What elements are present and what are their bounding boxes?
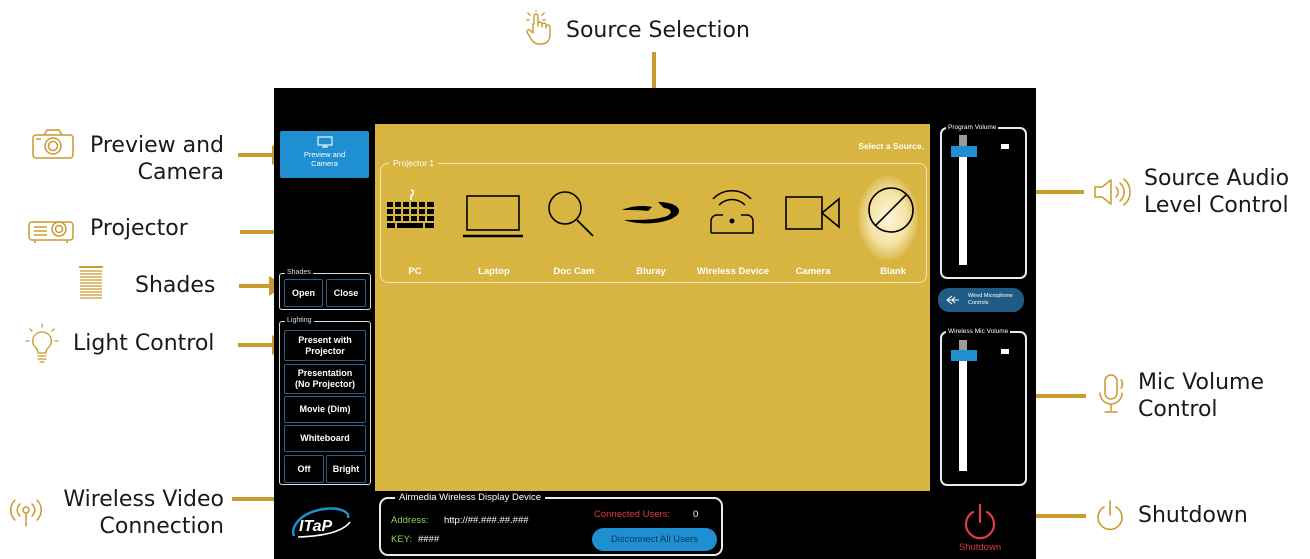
blank-icon[interactable] (866, 185, 916, 235)
shades-title: Shades (285, 268, 313, 278)
program-volume-thumb[interactable] (951, 146, 977, 157)
wireless-mic-volume-title: Wireless Mic Volume (946, 327, 1011, 336)
lighting-whiteboard-button[interactable]: Whiteboard (284, 425, 366, 452)
callout-wireless-video-line2: Connection (99, 514, 224, 539)
airmedia-address-label: Address: (391, 515, 429, 526)
itap-logo-text: ITaP (299, 518, 333, 535)
source-label-pc: PC (408, 266, 422, 277)
lightbulb-icon (25, 323, 59, 363)
callout-mic-volume-line1: Mic Volume (1138, 370, 1265, 395)
shades-open-button[interactable]: Open (284, 279, 323, 307)
callout-source-audio: Source Audio Level Control (1144, 165, 1289, 219)
preview-camera-line1: Preview and (303, 150, 346, 159)
source-label-blank: Blank (880, 266, 906, 277)
lighting-movie-button[interactable]: Movie (Dim) (284, 396, 366, 423)
program-volume-title: Program Volume (946, 123, 999, 132)
lighting-presentation-line2: (No Projector) (294, 379, 355, 389)
connected-users-label: Connected Users: (594, 509, 671, 520)
wireless-mic-volume-thumb[interactable] (951, 350, 977, 361)
preview-camera-line2: Camera (311, 159, 338, 168)
callout-preview-camera: Preview and Camera (60, 132, 224, 186)
callout-projector: Projector (90, 216, 188, 241)
wireless-broadcast-icon (10, 499, 42, 527)
lighting-title: Lighting (285, 316, 314, 326)
keyboard-icon[interactable] (385, 188, 437, 232)
power-icon (1097, 500, 1123, 531)
callout-source-selection: Source Selection (566, 18, 750, 43)
callout-shutdown: Shutdown (1138, 503, 1248, 528)
wired-mic-line2: Controls (968, 300, 989, 306)
wired-mic-line1: Wired Microphone (968, 293, 1013, 299)
select-source-prompt: Select a Source. (858, 141, 924, 151)
speaker-icon (1094, 178, 1131, 206)
callout-source-audio-line2: Level Control (1144, 193, 1289, 218)
lighting-presentation-line1: Presentation (297, 368, 353, 378)
lighting-bright-button[interactable]: Bright (326, 455, 366, 483)
projector-group-title: Projector 1 (389, 157, 439, 169)
callout-mic-volume: Mic Volume Control (1138, 369, 1264, 423)
wireless-mic-volume-track[interactable] (959, 354, 967, 471)
lighting-presentation-button[interactable]: Presentation (No Projector) (284, 364, 366, 394)
airmedia-key-label: KEY: (391, 534, 413, 545)
blinds-icon (79, 266, 103, 299)
magnifier-icon[interactable] (545, 188, 597, 240)
callout-wireless-video-line1: Wireless Video (63, 487, 224, 512)
projector-icon (28, 221, 74, 243)
wired-mic-controls-button[interactable]: Wired Microphone Controls (938, 288, 1024, 312)
lighting-present-line1: Present with (298, 334, 352, 345)
wireless-mic-volume-indicator (1001, 349, 1009, 354)
callout-source-audio-line1: Source Audio (1144, 166, 1290, 191)
shades-close-button[interactable]: Close (326, 279, 366, 307)
callout-preview-camera-line2: Camera (137, 160, 224, 185)
callout-shades: Shades (135, 273, 216, 298)
bluray-icon[interactable] (620, 198, 682, 228)
back-arrow-icon (946, 295, 959, 305)
source-label-laptop: Laptop (478, 266, 510, 277)
lighting-present-projector-button[interactable]: Present with Projector (284, 330, 366, 361)
monitor-icon (316, 136, 333, 148)
touch-hand-icon (526, 10, 551, 45)
lighting-off-button[interactable]: Off (284, 455, 324, 483)
airmedia-key-value: #### (418, 534, 440, 545)
program-volume-indicator (1001, 144, 1009, 149)
callout-mic-volume-line2: Control (1138, 397, 1218, 422)
microphone-icon (1099, 374, 1124, 413)
disconnect-all-users-button[interactable]: Disconnect All Users (592, 528, 717, 551)
laptop-icon[interactable] (463, 192, 523, 240)
callout-wireless-video: Wireless Video Connection (40, 486, 224, 540)
video-camera-icon[interactable] (783, 194, 843, 234)
preview-camera-button[interactable]: Preview and Camera (280, 131, 369, 178)
airmedia-address-value: http://##.###.##.### (444, 515, 529, 526)
connected-users-value: 0 (693, 509, 699, 520)
callout-preview-camera-line1: Preview and (89, 133, 224, 158)
source-label-camera: Camera (795, 266, 831, 277)
lighting-present-line2: Projector (305, 345, 345, 356)
shutdown-button[interactable] (962, 503, 998, 541)
callout-light-control: Light Control (73, 331, 215, 356)
wireless-device-icon[interactable] (707, 185, 757, 237)
program-volume-track[interactable] (959, 149, 967, 265)
airmedia-title: Airmedia Wireless Display Device (395, 491, 546, 504)
shutdown-label: Shutdown (958, 542, 1002, 553)
itap-logo: ITaP (292, 507, 351, 538)
